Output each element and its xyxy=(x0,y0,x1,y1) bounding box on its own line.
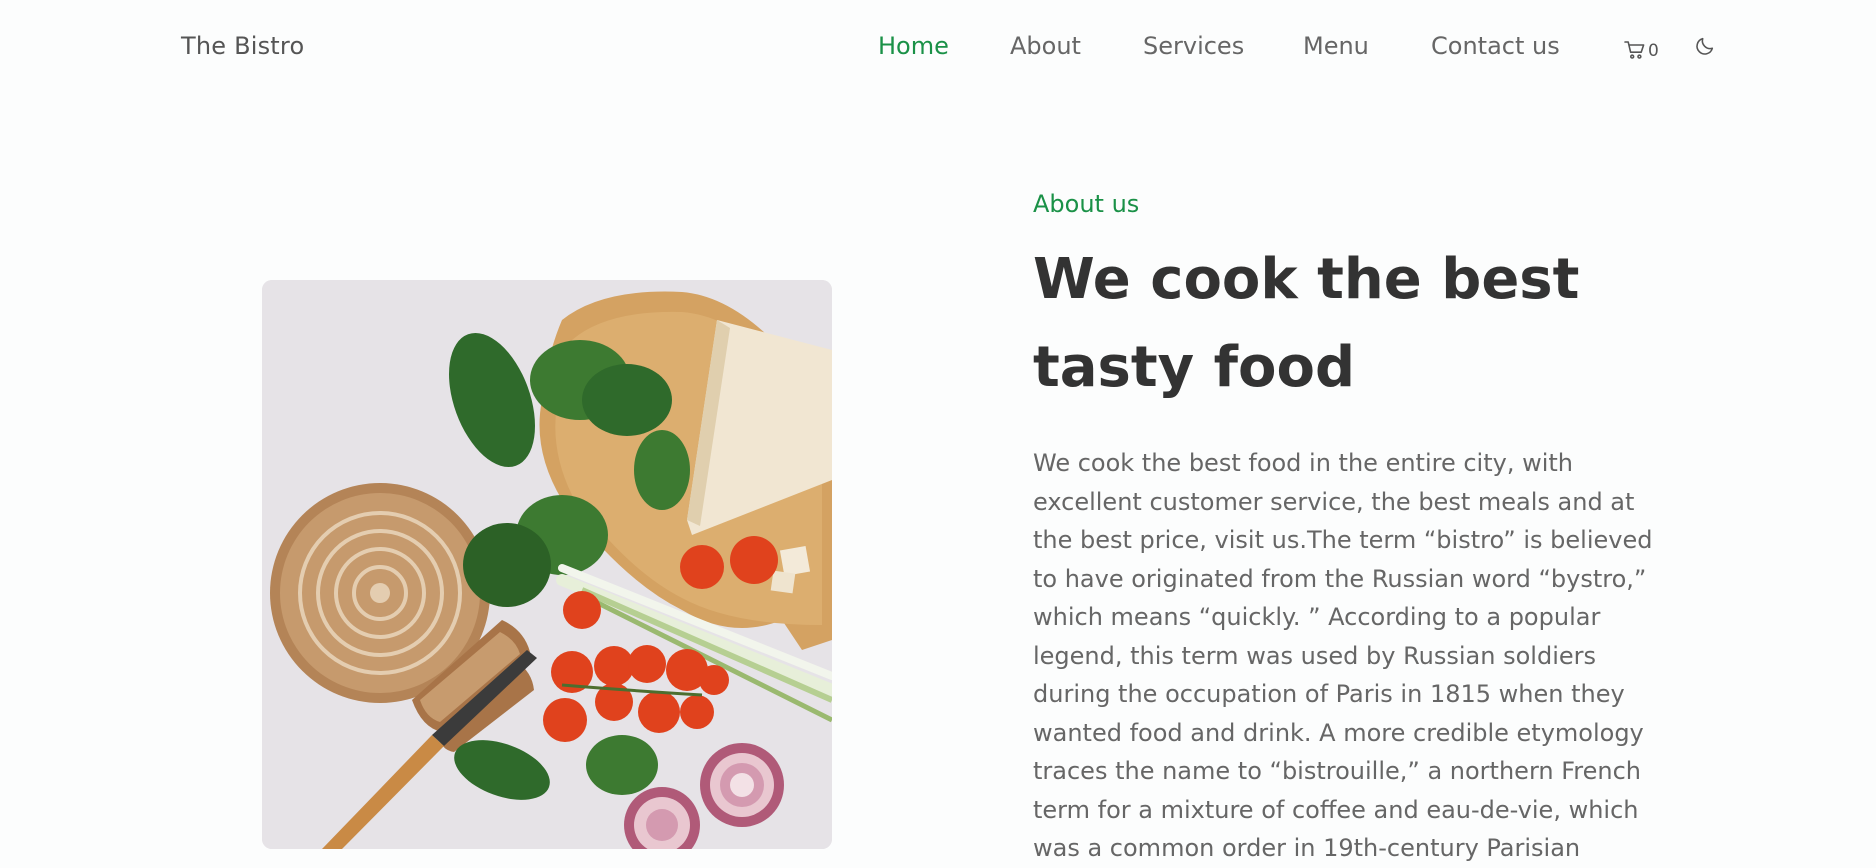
nav-link-menu[interactable]: Menu xyxy=(1303,32,1369,60)
about-description: We cook the best food in the entire city… xyxy=(1033,449,1653,862)
about-subtitle: About us xyxy=(1033,190,1140,218)
shopping-cart-icon xyxy=(1624,40,1646,60)
nav-link-services[interactable]: Services xyxy=(1143,32,1244,60)
cart-count: 0 xyxy=(1648,41,1659,61)
nav-link-about[interactable]: About xyxy=(1010,32,1081,60)
cart-button[interactable]: 0 xyxy=(1624,36,1659,60)
nav-link-home[interactable]: Home xyxy=(878,32,949,60)
nav-link-contact[interactable]: Contact us xyxy=(1431,32,1560,60)
moon-icon xyxy=(1694,37,1716,61)
main-nav: Home About Services Menu Contact us xyxy=(0,32,1876,66)
site-header: The Bistro Home About Services Menu Cont… xyxy=(0,0,1876,98)
about-title: We cook the best tasty food xyxy=(1033,247,1580,400)
food-image xyxy=(262,280,832,849)
theme-toggle-button[interactable] xyxy=(1694,35,1716,57)
